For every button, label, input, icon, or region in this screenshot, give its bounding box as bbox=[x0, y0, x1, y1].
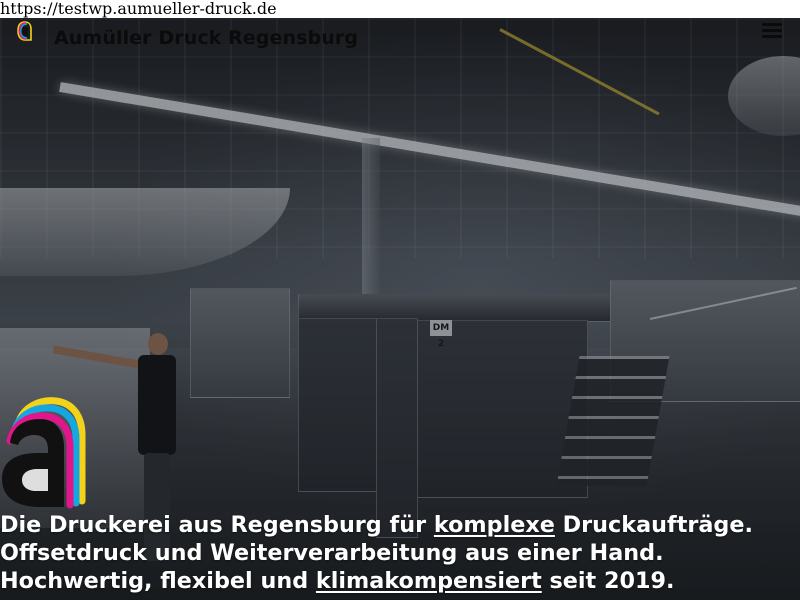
browser-url-text[interactable]: https://testwp.aumueller-druck.de bbox=[0, 0, 277, 18]
headline-line-1-pre: Die Druckerei aus Regensburg für bbox=[0, 512, 434, 538]
menu-bar-bottom bbox=[762, 35, 782, 38]
aumueller-a-logo-icon[interactable] bbox=[14, 20, 36, 42]
headline-line-3-post: seit 2019. bbox=[541, 568, 675, 594]
hero-headline: Die Druckerei aus Regensburg für komplex… bbox=[0, 511, 800, 595]
menu-bar-top bbox=[762, 23, 782, 26]
browser-url-bar[interactable]: https://testwp.aumueller-druck.de bbox=[0, 0, 800, 18]
aumueller-brand-a-icon bbox=[0, 393, 90, 518]
headline-line-1: Die Druckerei aus Regensburg für komplex… bbox=[0, 511, 800, 539]
menu-bar-middle bbox=[762, 29, 782, 32]
site-title[interactable]: Aumüller Druck Regensburg bbox=[54, 27, 358, 49]
headline-line-3: Hochwertig, flexibel und klimakompensier… bbox=[0, 567, 800, 595]
hamburger-menu-icon[interactable] bbox=[760, 20, 786, 42]
headline-line-3-pre: Hochwertig, flexibel und bbox=[0, 568, 316, 594]
link-klimakompensiert[interactable]: klimakompensiert bbox=[316, 568, 542, 594]
link-komplexe[interactable]: komplexe bbox=[434, 512, 555, 538]
headline-line-1-post: Druckaufträge. bbox=[554, 512, 753, 538]
headline-line-2: Offsetdruck und Weiterverarbeitung aus e… bbox=[0, 540, 664, 566]
aumueller-a-logo-icon-svg bbox=[17, 21, 32, 41]
aumueller-brand-a-svg bbox=[2, 397, 86, 509]
hero-section: DM 2 Aumüller Druck Regensburg Die Druck… bbox=[0, 18, 800, 600]
site-header: Aumüller Druck Regensburg bbox=[0, 18, 800, 58]
